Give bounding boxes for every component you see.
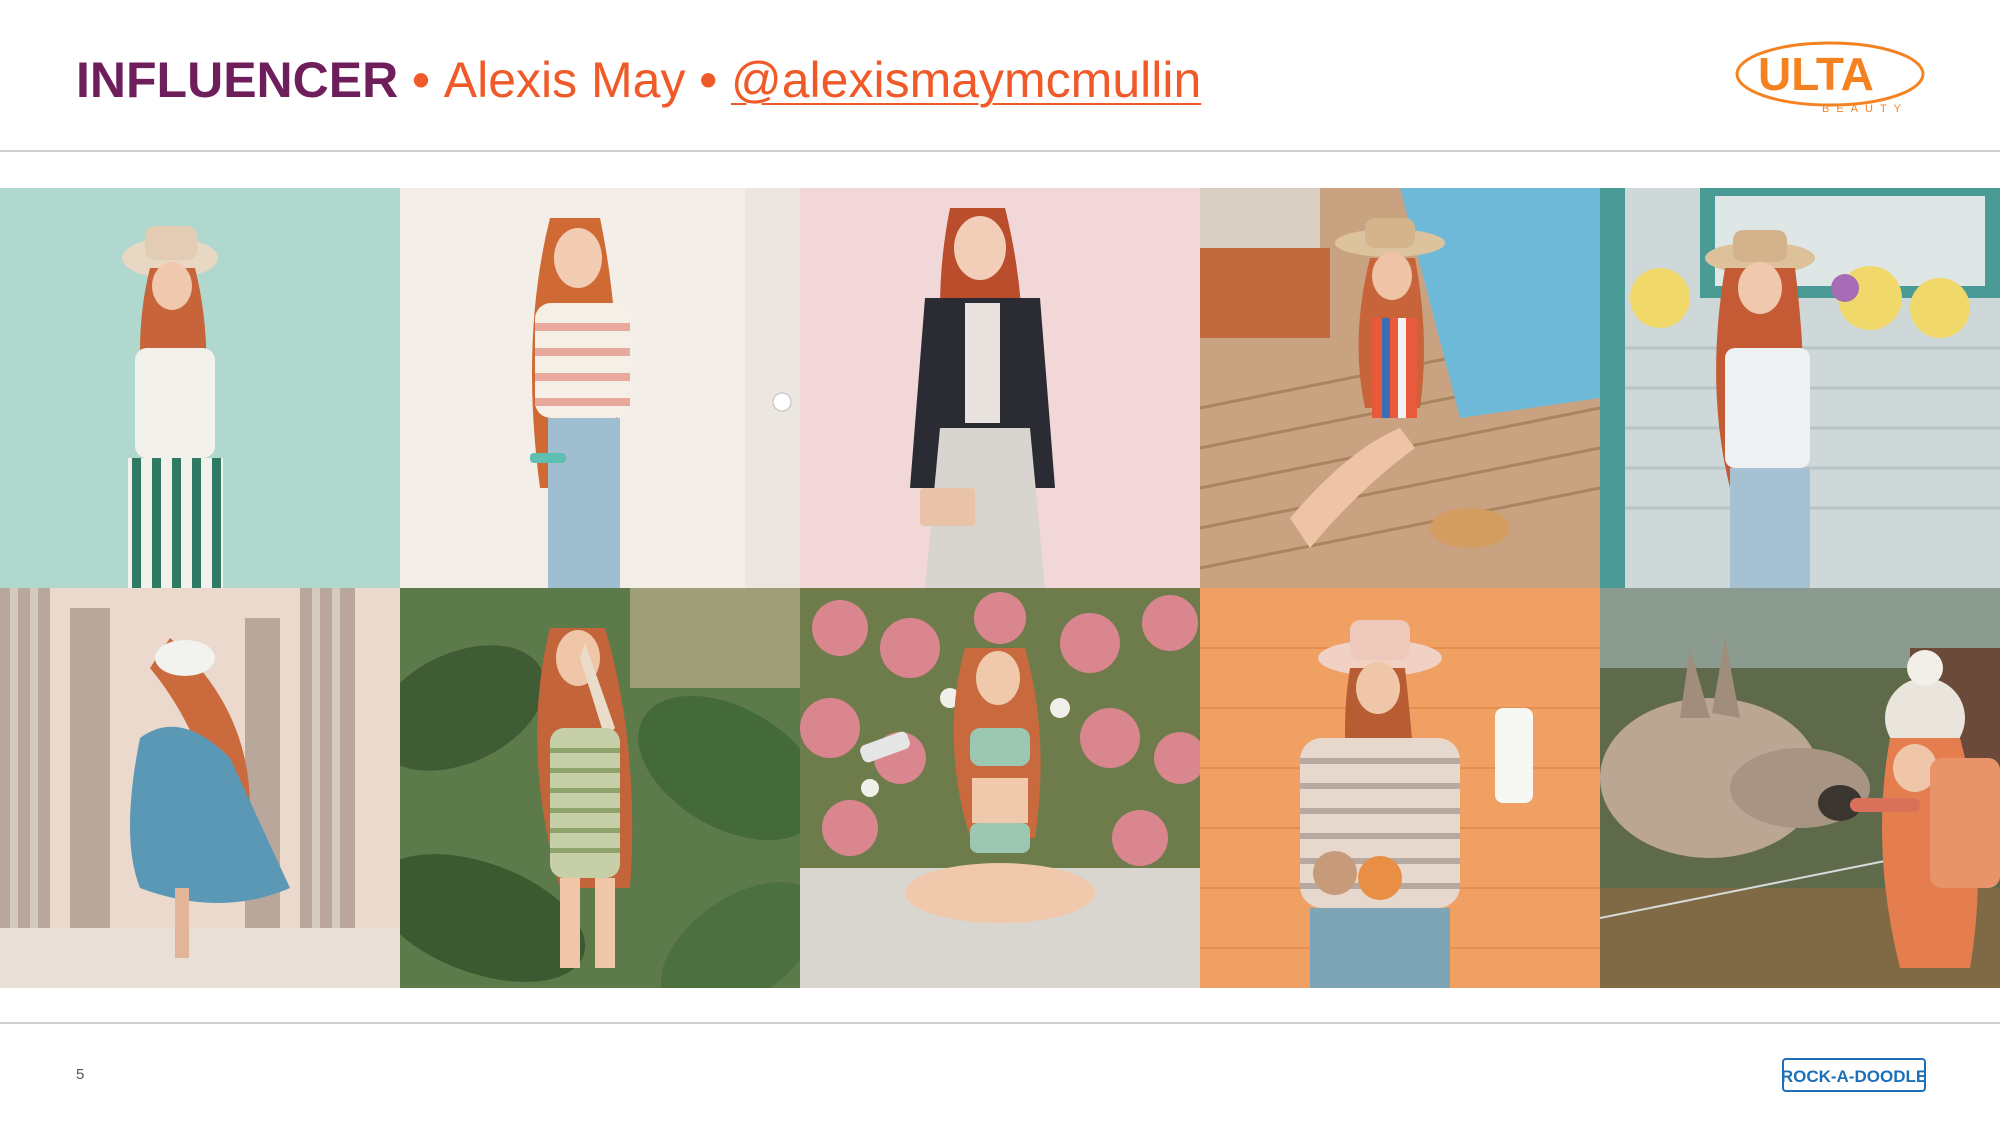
ulta-beauty-logo: ULTA BEAUTY — [1735, 41, 1925, 115]
influencer-photo — [800, 188, 1200, 588]
header-divider — [0, 150, 2000, 152]
influencer-photo — [1200, 188, 1600, 588]
influencer-photo — [400, 188, 800, 588]
influencer-photo — [1600, 588, 2000, 988]
slide-header: INFLUENCER • Alexis May • @alexismaymcmullin… — [0, 0, 2000, 150]
page-number: 5 — [76, 1066, 85, 1083]
svg-text:BEAUTY: BEAUTY — [1822, 103, 1908, 115]
title-separator: • — [412, 52, 430, 108]
influencer-handle-link[interactable]: @alexismaymcmullin — [731, 52, 1201, 108]
slide-title: INFLUENCER • Alexis May • @alexismaymcmullin — [76, 48, 1201, 112]
influencer-photo — [1200, 588, 1600, 988]
influencer-photo — [400, 588, 800, 988]
influencer-photo — [1600, 188, 2000, 588]
influencer-name: Alexis May — [443, 52, 686, 108]
influencer-label: INFLUENCER — [76, 52, 399, 108]
instagram-photo-grid — [0, 188, 2000, 988]
influencer-photo — [0, 588, 400, 988]
influencer-photo — [0, 188, 400, 588]
rock-a-doodle-logo: ROCK-A-DOODLE — [1782, 1058, 1926, 1092]
svg-text:ULTA: ULTA — [1758, 48, 1874, 100]
footer-divider — [0, 1022, 2000, 1024]
influencer-photo — [800, 588, 1200, 988]
svg-text:ROCK-A-DOODLE: ROCK-A-DOODLE — [1782, 1067, 1926, 1086]
title-separator: • — [699, 52, 717, 108]
